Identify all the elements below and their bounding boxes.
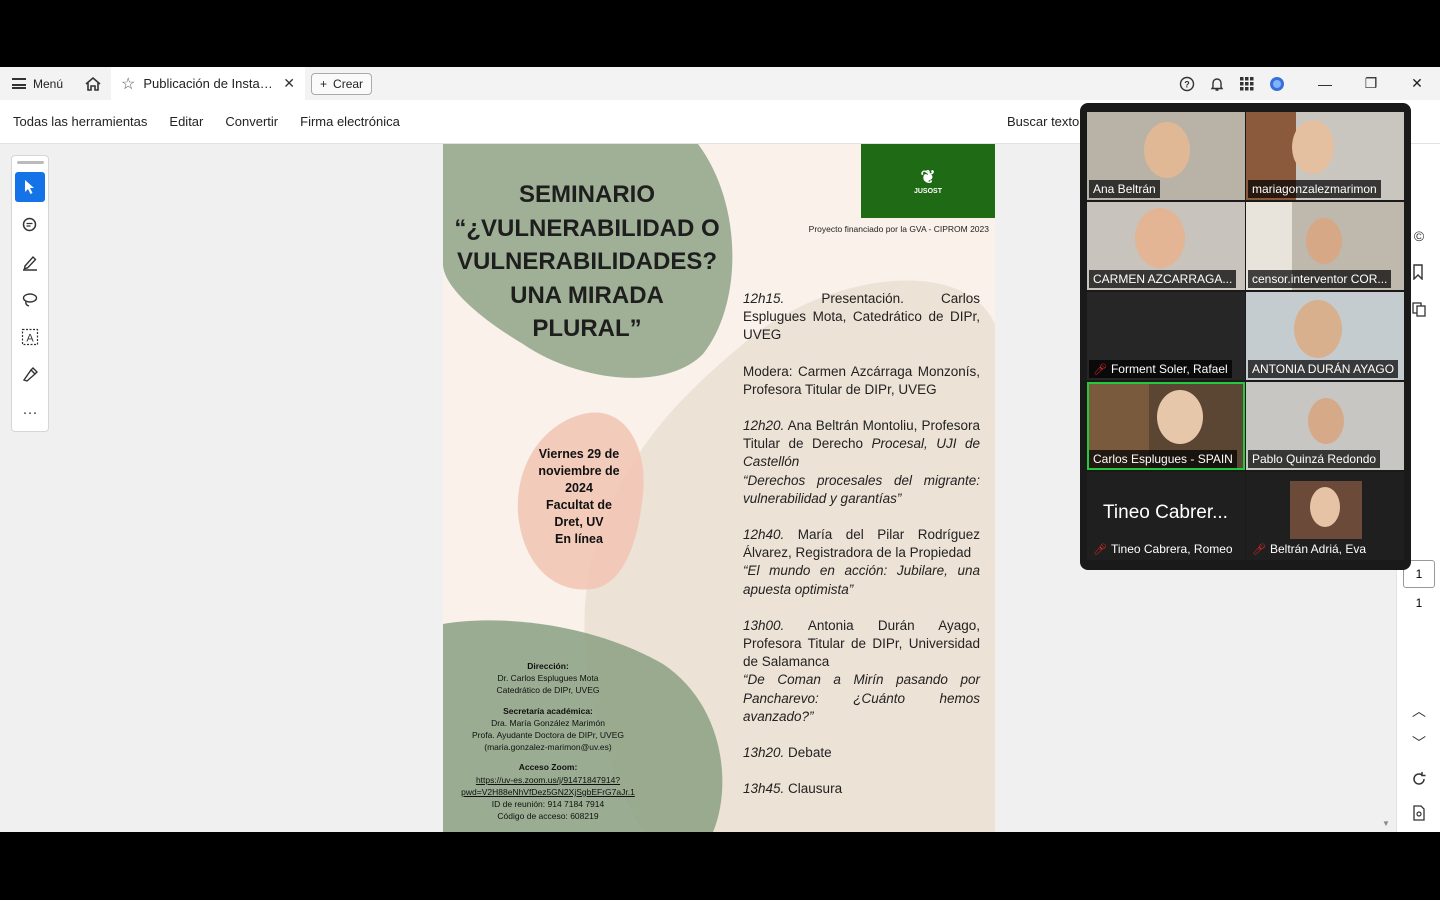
- menu-e-signature[interactable]: Firma electrónica: [289, 114, 411, 129]
- rotate-icon[interactable]: [1407, 767, 1431, 791]
- chevron-down-icon[interactable]: ﹀: [1407, 731, 1431, 755]
- cursor-arrow-icon: [25, 180, 34, 194]
- event-date-block: Viernes 29 de noviembre de 2024 Facultat…: [538, 447, 620, 546]
- tab-label: Publicación de Instag...: [143, 76, 276, 91]
- close-tab-icon[interactable]: ✕: [283, 75, 295, 92]
- svg-text:A: A: [26, 333, 34, 345]
- home-icon: [85, 76, 101, 91]
- bottom-black-band: [0, 832, 1440, 900]
- participant-video: [1135, 208, 1185, 268]
- account-avatar-icon[interactable]: [1262, 67, 1292, 100]
- participant-video: [1290, 481, 1362, 539]
- page-settings-icon[interactable]: [1407, 801, 1431, 825]
- more-dots-icon: ···: [22, 403, 38, 421]
- participant-tile[interactable]: mariagonzalezmarimon: [1246, 112, 1404, 200]
- zoom-link[interactable]: https://uv-es.zoom.us/j/91471847914?: [455, 774, 641, 786]
- menu-button[interactable]: Menú: [0, 67, 75, 100]
- pdf-viewer-window: Menú ☆ Publicación de Instag... ✕ + Crea…: [0, 67, 1440, 832]
- participant-placeholder-name: Tineo Cabrer...: [1103, 502, 1228, 523]
- hamburger-icon: [12, 78, 26, 89]
- scroll-down-arrow[interactable]: ▼: [1382, 819, 1390, 828]
- participant-tile[interactable]: censor.interventor COR...: [1246, 202, 1404, 290]
- pdf-page: ❦ JUSOST Proyecto financiado por la GVA …: [443, 144, 995, 832]
- participant-tile[interactable]: 🎤︎ Beltrán Adriá, Eva: [1246, 472, 1404, 560]
- menu-edit[interactable]: Editar: [158, 114, 214, 129]
- participant-video: [1294, 300, 1342, 358]
- home-button[interactable]: [75, 67, 111, 100]
- funded-by-text: Proyecto financiado por la GVA - CIPROM …: [808, 224, 989, 234]
- tool-palette: A ···: [11, 155, 49, 432]
- participant-tile[interactable]: CARMEN AZCARRAGA...: [1087, 202, 1245, 290]
- document-tab[interactable]: ☆ Publicación de Instag... ✕: [111, 67, 306, 100]
- zoom-link-continued[interactable]: pwd=V2H88eNhVfDez5GN2XjSgbEFrG7aJr.1: [455, 786, 641, 798]
- program-item: 12h20. Ana Beltrán Montoliu, Profesora T…: [743, 418, 980, 506]
- participant-tile[interactable]: Ana Beltrán: [1087, 112, 1245, 200]
- svg-text:?: ?: [1184, 79, 1190, 89]
- create-button[interactable]: + Crear: [311, 72, 373, 95]
- text-box-icon: A: [21, 328, 39, 346]
- muted-mic-icon: 🎤︎: [1252, 543, 1266, 556]
- comment-tool-button[interactable]: [15, 210, 45, 240]
- text-box-tool-button[interactable]: A: [15, 322, 45, 352]
- more-tools-button[interactable]: ···: [15, 397, 45, 427]
- star-icon[interactable]: ☆: [121, 74, 135, 94]
- participant-tile[interactable]: Tineo Cabrer... 🎤︎ Tineo Cabrera, Romeo: [1087, 472, 1245, 560]
- muted-mic-icon: 🎤︎: [1093, 363, 1107, 376]
- program-item: 13h20. Debate: [743, 745, 832, 761]
- menu-all-tools[interactable]: Todas las herramientas: [0, 114, 158, 129]
- participant-tile[interactable]: ANTONIA DURÁN AYAGO: [1246, 292, 1404, 380]
- participant-video: [1144, 122, 1190, 178]
- jusost-logo: ❦ JUSOST: [861, 144, 995, 218]
- participant-tile[interactable]: Pablo Quinzá Redondo: [1246, 382, 1404, 470]
- highlight-tool-button[interactable]: [15, 247, 45, 277]
- lasso-tool-button[interactable]: [15, 285, 45, 315]
- total-pages: 1: [1415, 596, 1423, 610]
- seminar-title: SEMINARIO “¿VULNERABILIDAD O VULNERABILI…: [454, 181, 720, 342]
- minimize-button[interactable]: —: [1302, 67, 1348, 100]
- create-label: Crear: [333, 76, 364, 91]
- participant-video: [1308, 398, 1344, 444]
- select-tool-button[interactable]: [15, 172, 45, 202]
- comment-icon: [22, 217, 37, 232]
- title-bar-right: ? — ❐ ✕: [1172, 67, 1440, 100]
- bell-icon[interactable]: [1202, 67, 1232, 100]
- menu-label: Menú: [33, 76, 64, 91]
- palette-grip[interactable]: [17, 161, 44, 164]
- leaf-logo-icon: ❦: [920, 166, 936, 187]
- program-item: 12h40. María del Pilar Rodríguez Álvarez…: [743, 527, 980, 597]
- search-text-button[interactable]: Buscar texto: [1007, 114, 1079, 129]
- program-item: 12h15. Presentación. Carlos Esplugues Mo…: [743, 291, 980, 343]
- plus-icon: +: [320, 76, 328, 91]
- signature-pen-icon: [22, 367, 38, 382]
- program-list: 12h15. Presentación. Carlos Esplugues Mo…: [743, 290, 980, 816]
- apps-grid-icon[interactable]: [1232, 67, 1262, 100]
- help-icon[interactable]: ?: [1172, 67, 1202, 100]
- program-item: 13h45. Clausura: [743, 781, 843, 797]
- maximize-button[interactable]: ❐: [1348, 67, 1394, 100]
- chevron-up-icon[interactable]: ︿: [1407, 699, 1431, 723]
- menu-convert[interactable]: Convertir: [214, 114, 289, 129]
- zoom-gallery-overlay: Ana Beltrán mariagonzalezmarimon CARMEN …: [1080, 103, 1411, 570]
- lasso-icon: [22, 293, 38, 307]
- sign-tool-button[interactable]: [15, 360, 45, 390]
- program-item: 13h00. Antonia Durán Ayago, Profesora Ti…: [743, 617, 980, 724]
- participant-tile[interactable]: 🎤︎ Forment Soler, Rafael: [1087, 292, 1245, 380]
- muted-mic-icon: 🎤︎: [1093, 543, 1107, 556]
- title-bar: Menú ☆ Publicación de Instag... ✕ + Crea…: [0, 67, 1440, 100]
- top-black-band: [0, 0, 1440, 67]
- close-window-button[interactable]: ✕: [1394, 67, 1440, 100]
- program-item: Modera: Carmen Azcárraga Monzonís, Profe…: [743, 363, 980, 397]
- participant-tile-active-speaker[interactable]: Carlos Esplugues - SPAIN: [1087, 382, 1245, 470]
- highlighter-pen-icon: [23, 255, 37, 271]
- organizers-info: Dirección: Dr. Carlos Esplugues Mota Cat…: [455, 660, 641, 822]
